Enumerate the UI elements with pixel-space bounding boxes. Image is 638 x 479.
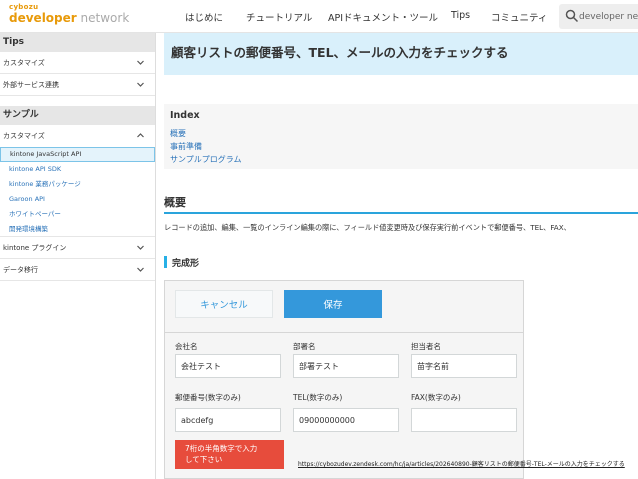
chevron-up-icon: [137, 133, 144, 138]
company-name-field[interactable]: [175, 354, 281, 378]
sidebar-item-plugin[interactable]: kintone プラグイン: [0, 237, 155, 259]
search-icon[interactable]: [565, 9, 579, 23]
page-title: 顧客リストの郵便番号、TEL、メールの入力をチェックする: [171, 45, 509, 60]
index-box: Index 概要 事前準備 サンプルプログラム: [164, 104, 638, 169]
heading-marker: [164, 256, 167, 268]
search-input[interactable]: [579, 9, 638, 24]
sidebar-item-external-services[interactable]: 外部サービス連携: [0, 74, 155, 96]
demo-form-screenshot: キャンセル 保存 会社名 部署名 担当者名 郵便番号(数字のみ) TEL(数字の…: [164, 280, 524, 479]
overview-heading: 概要: [164, 196, 186, 209]
sidebar-section-sample: サンプル: [0, 106, 155, 125]
form-toolbar: キャンセル 保存: [165, 281, 523, 333]
index-link-sample-program[interactable]: サンプルプログラム: [170, 154, 242, 165]
cybozu-logo[interactable]: cybozu developer network: [9, 3, 129, 25]
label-tel: TEL(数字のみ): [293, 393, 343, 402]
postal-code-field[interactable]: [175, 408, 281, 432]
heading-underline: [164, 212, 638, 214]
save-button[interactable]: 保存: [284, 290, 382, 318]
nav-community[interactable]: コミュニティ: [491, 10, 547, 24]
label-fax: FAX(数字のみ): [411, 393, 461, 402]
chevron-down-icon: [137, 267, 144, 272]
completed-heading: 完成形: [172, 259, 200, 269]
nav-tutorial[interactable]: チュートリアル: [246, 10, 312, 24]
search-box[interactable]: [559, 4, 638, 29]
sidebar-subitem-garoon-api[interactable]: Garoon API: [0, 192, 155, 207]
person-name-field[interactable]: [411, 354, 517, 378]
source-url-overlay: https://cybozudev.zendesk.com/hc/ja/arti…: [298, 461, 625, 468]
chevron-down-icon: [137, 60, 144, 65]
sidebar-subitem-dev-env[interactable]: 開発環境構築: [0, 222, 155, 237]
sidebar-item-data-migration[interactable]: データ移行: [0, 259, 155, 281]
nav-api-docs[interactable]: APIドキュメント・ツール: [328, 10, 438, 24]
nav-tips[interactable]: Tips: [451, 10, 470, 21]
sidebar-subitem-business-package[interactable]: kintone 業務パッケージ: [0, 177, 155, 192]
sidebar-section-tips: Tips: [0, 33, 155, 52]
main-content: 顧客リストの郵便番号、TEL、メールの入力をチェックする Index 概要 事前…: [164, 33, 638, 479]
logo-developer-text: developer: [9, 11, 77, 25]
cancel-button[interactable]: キャンセル: [175, 290, 273, 318]
department-field[interactable]: [293, 354, 399, 378]
sidebar-item-customize-expanded[interactable]: カスタマイズ: [0, 125, 155, 147]
sidebar: Tips カスタマイズ 外部サービス連携 サンプル カスタマイズ kintone…: [0, 33, 156, 479]
tel-field[interactable]: [293, 408, 399, 432]
label-department: 部署名: [293, 342, 316, 351]
logo-cybozu-text: cybozu: [9, 3, 39, 11]
logo-network-text: network: [80, 11, 130, 25]
sidebar-subitem-api-sdk[interactable]: kintone API SDK: [0, 162, 155, 177]
fax-field[interactable]: [411, 408, 517, 432]
label-person-name: 担当者名: [411, 342, 441, 351]
validation-error-message: 7桁の半角数字で入力 して下さい: [175, 440, 284, 469]
index-title: Index: [170, 110, 200, 121]
overview-paragraph: レコードの追加、編集、一覧のインライン編集の際に、フィールド値変更時及び保存実行…: [164, 223, 571, 232]
label-postal-code: 郵便番号(数字のみ): [175, 393, 241, 402]
label-company-name: 会社名: [175, 342, 198, 351]
chevron-down-icon: [137, 82, 144, 87]
sidebar-subitem-js-api[interactable]: kintone JavaScript API: [0, 147, 155, 162]
top-header: cybozu developer network はじめに チュートリアル AP…: [0, 0, 638, 33]
sidebar-item-customize[interactable]: カスタマイズ: [0, 52, 155, 74]
index-link-preparation[interactable]: 事前準備: [170, 141, 202, 152]
nav-hajimeni[interactable]: はじめに: [185, 10, 223, 24]
index-link-overview[interactable]: 概要: [170, 128, 186, 139]
chevron-down-icon: [137, 245, 144, 250]
title-banner: 顧客リストの郵便番号、TEL、メールの入力をチェックする: [164, 33, 638, 75]
sidebar-subitem-whitepaper[interactable]: ホワイトペーパー: [0, 207, 155, 222]
